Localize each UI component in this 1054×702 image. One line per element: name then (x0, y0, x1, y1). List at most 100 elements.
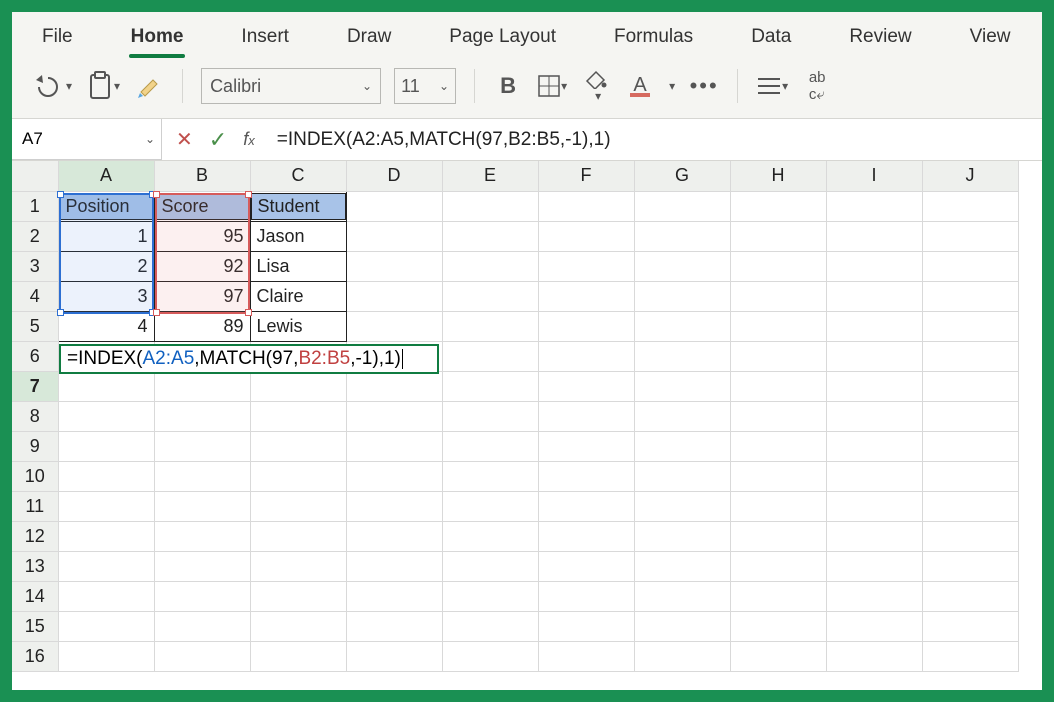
cell-E4[interactable] (442, 281, 538, 311)
cell-G1[interactable] (634, 191, 730, 221)
cell-J10[interactable] (922, 461, 1018, 491)
cell-J13[interactable] (922, 551, 1018, 581)
tab-data[interactable]: Data (741, 20, 801, 58)
cell-I14[interactable] (826, 581, 922, 611)
cell-F3[interactable] (538, 251, 634, 281)
cell-D15[interactable] (346, 611, 442, 641)
col-header-H[interactable]: H (730, 161, 826, 191)
cell-G16[interactable] (634, 641, 730, 671)
active-edit-cell[interactable]: =INDEX(A2:A5,MATCH(97,B2:B5,-1),1) (59, 344, 439, 374)
col-header-B[interactable]: B (154, 161, 250, 191)
cancel-icon[interactable]: ✕ (176, 127, 193, 152)
cell-C1[interactable]: Student (250, 191, 346, 221)
cell-F12[interactable] (538, 521, 634, 551)
cell-C8[interactable] (250, 401, 346, 431)
cell-G13[interactable] (634, 551, 730, 581)
cell-B7[interactable] (154, 371, 250, 401)
fx-label[interactable]: fx (243, 129, 255, 150)
cell-A7[interactable] (58, 371, 154, 401)
select-all-corner[interactable] (12, 161, 58, 191)
cell-J7[interactable] (922, 371, 1018, 401)
cell-G10[interactable] (634, 461, 730, 491)
cell-E1[interactable] (442, 191, 538, 221)
undo-button[interactable]: ▾ (32, 68, 72, 104)
cell-B2[interactable]: 95 (154, 221, 250, 251)
cell-B14[interactable] (154, 581, 250, 611)
cell-D4[interactable] (346, 281, 442, 311)
cell-B11[interactable] (154, 491, 250, 521)
cell-G4[interactable] (634, 281, 730, 311)
font-name-input[interactable] (210, 76, 362, 97)
cell-B4[interactable]: 97 (154, 281, 250, 311)
tab-home[interactable]: Home (121, 20, 194, 58)
row-header-15[interactable]: 15 (12, 611, 58, 641)
col-header-G[interactable]: G (634, 161, 730, 191)
cell-C11[interactable] (250, 491, 346, 521)
cell-E5[interactable] (442, 311, 538, 341)
cell-C16[interactable] (250, 641, 346, 671)
cell-C7[interactable] (250, 371, 346, 401)
cell-F5[interactable] (538, 311, 634, 341)
cell-G8[interactable] (634, 401, 730, 431)
cell-D11[interactable] (346, 491, 442, 521)
cell-H4[interactable] (730, 281, 826, 311)
cell-D7[interactable] (346, 371, 442, 401)
cell-F4[interactable] (538, 281, 634, 311)
font-size-input[interactable] (401, 76, 439, 97)
cell-E2[interactable] (442, 221, 538, 251)
cell-B13[interactable] (154, 551, 250, 581)
cell-A5[interactable]: 4 (58, 311, 154, 341)
cell-D10[interactable] (346, 461, 442, 491)
cell-H15[interactable] (730, 611, 826, 641)
col-header-D[interactable]: D (346, 161, 442, 191)
cell-J4[interactable] (922, 281, 1018, 311)
borders-button[interactable]: ▾ (537, 68, 567, 104)
wrap-text-button[interactable]: abc⤶ (802, 68, 832, 104)
cell-I6[interactable] (826, 341, 922, 371)
cell-I13[interactable] (826, 551, 922, 581)
cell-C14[interactable] (250, 581, 346, 611)
cell-E9[interactable] (442, 431, 538, 461)
col-header-J[interactable]: J (922, 161, 1018, 191)
cell-E11[interactable] (442, 491, 538, 521)
cell-G11[interactable] (634, 491, 730, 521)
more-options-button[interactable]: ••• (689, 68, 719, 104)
cell-I15[interactable] (826, 611, 922, 641)
cell-F2[interactable] (538, 221, 634, 251)
cell-I11[interactable] (826, 491, 922, 521)
col-header-C[interactable]: C (250, 161, 346, 191)
cell-I9[interactable] (826, 431, 922, 461)
row-header-10[interactable]: 10 (12, 461, 58, 491)
cell-H13[interactable] (730, 551, 826, 581)
cell-J6[interactable] (922, 341, 1018, 371)
row-header-8[interactable]: 8 (12, 401, 58, 431)
cell-B12[interactable] (154, 521, 250, 551)
paste-button[interactable]: ▾ (86, 68, 120, 104)
cell-B10[interactable] (154, 461, 250, 491)
cell-H10[interactable] (730, 461, 826, 491)
cell-E15[interactable] (442, 611, 538, 641)
row-header-9[interactable]: 9 (12, 431, 58, 461)
cell-A9[interactable] (58, 431, 154, 461)
col-header-A[interactable]: A (58, 161, 154, 191)
cell-C13[interactable] (250, 551, 346, 581)
cell-F15[interactable] (538, 611, 634, 641)
tab-file[interactable]: File (32, 20, 83, 58)
cell-F1[interactable] (538, 191, 634, 221)
row-header-12[interactable]: 12 (12, 521, 58, 551)
row-header-2[interactable]: 2 (12, 221, 58, 251)
cell-E13[interactable] (442, 551, 538, 581)
cell-B8[interactable] (154, 401, 250, 431)
cell-I12[interactable] (826, 521, 922, 551)
cell-F7[interactable] (538, 371, 634, 401)
cell-B9[interactable] (154, 431, 250, 461)
cell-H3[interactable] (730, 251, 826, 281)
cell-I16[interactable] (826, 641, 922, 671)
cell-H1[interactable] (730, 191, 826, 221)
name-box[interactable]: A7 ⌄ (12, 119, 162, 160)
cell-H11[interactable] (730, 491, 826, 521)
cell-B3[interactable]: 92 (154, 251, 250, 281)
cell-H5[interactable] (730, 311, 826, 341)
tab-draw[interactable]: Draw (337, 20, 401, 58)
cell-I8[interactable] (826, 401, 922, 431)
